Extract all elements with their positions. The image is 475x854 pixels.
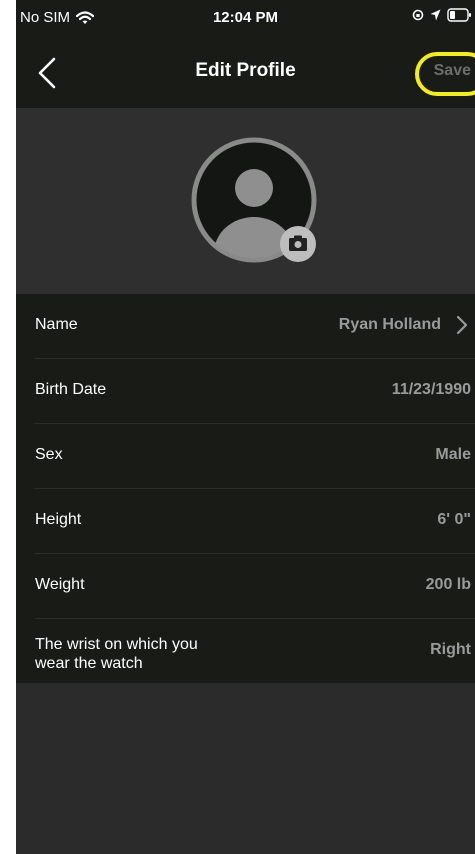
row-value: 11/23/1990 [391,381,471,398]
status-bar: No SIM 12:04 PM [16,0,475,38]
location-icon [430,9,441,21]
status-time: 12:04 PM [212,9,279,26]
profile-row-sex[interactable]: Sex Male [16,424,475,489]
row-label: Weight [35,576,85,593]
row-value: 6' 0" [437,511,471,528]
avatar-button[interactable] [189,135,339,285]
row-label: Birth Date [35,381,107,398]
save-button[interactable]: Save [434,62,471,80]
empty-background [16,683,475,854]
battery-icon [447,8,471,22]
row-label: Name [35,316,78,333]
navigation-bar: Edit Profile Save [16,38,475,108]
camera-icon[interactable] [279,225,317,263]
chevron-right-icon [456,315,468,335]
profile-row-height[interactable]: Height 6' 0" [16,489,475,554]
profile-row-wrist[interactable]: The wrist on which you wear the watch Ri… [16,619,475,683]
row-label-line1: The wrist on which you [35,636,198,653]
row-label: The wrist on which you wear the watch [35,635,198,673]
edit-profile-screen: No SIM 12:04 PM Edit Profile Save Name R… [16,0,475,854]
row-label: Height [35,511,82,528]
profile-row-name[interactable]: Name Ryan Holland [16,294,475,359]
row-label-line2: wear the watch [35,655,143,672]
avatar-section [16,108,475,294]
page-title: Edit Profile [195,60,296,81]
row-value: Male [435,446,471,463]
profile-settings-list: Name Ryan Holland Birth Date 11/23/1990 … [16,294,475,683]
profile-row-birth-date[interactable]: Birth Date 11/23/1990 [16,359,475,424]
row-value: 200 lb [425,576,471,593]
row-value: Right [430,641,471,658]
profile-row-weight[interactable]: Weight 200 lb [16,554,475,619]
row-value: Ryan Holland [338,316,441,333]
orientation-lock-icon [412,9,424,21]
row-label: Sex [35,446,63,463]
status-icons [412,8,471,22]
